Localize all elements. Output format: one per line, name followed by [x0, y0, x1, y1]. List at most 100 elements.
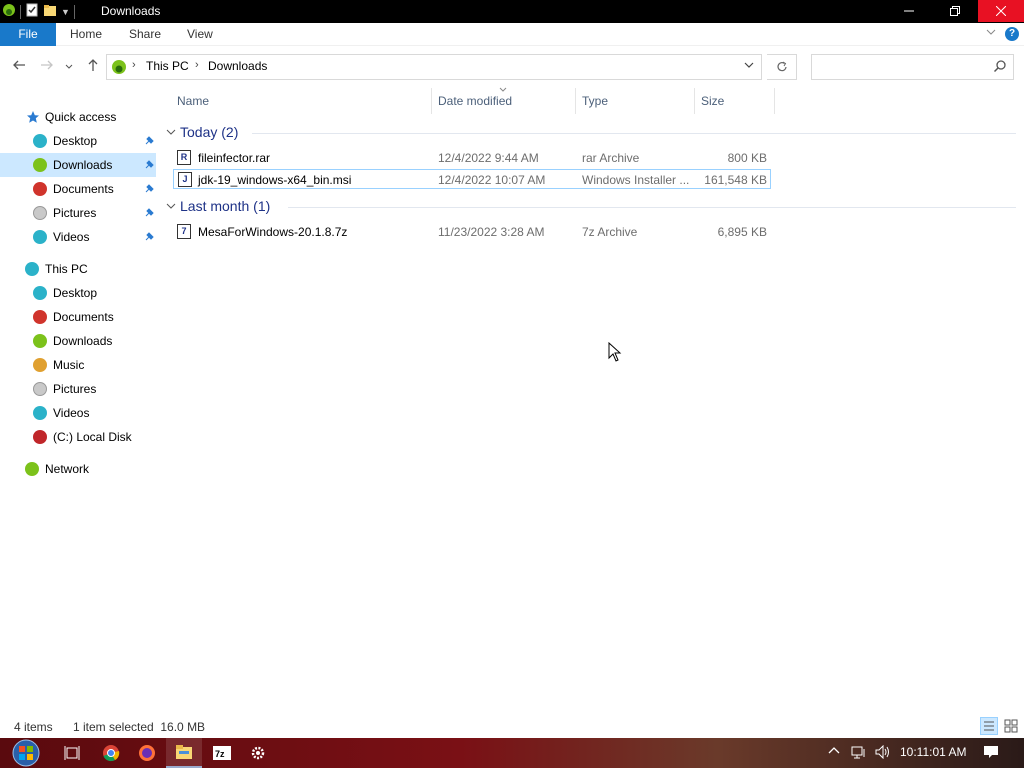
tab-view[interactable]: View: [187, 23, 213, 46]
notifications-icon[interactable]: [983, 745, 999, 762]
taskbar-7zip[interactable]: 7z: [204, 738, 240, 768]
sidebar-item-label: Desktop: [53, 134, 98, 148]
customize-toolbar-chevron-icon[interactable]: ▼: [61, 7, 70, 17]
quick-access-toolbar: ▼: [0, 3, 75, 20]
sidebar-item-network[interactable]: Network: [0, 457, 156, 481]
file-row[interactable]: R fileinfector.rar 12/4/2022 9:44 AM rar…: [173, 148, 771, 168]
sidebar-item-label: Desktop: [53, 286, 98, 300]
column-header-name[interactable]: Name: [171, 88, 432, 114]
sidebar-item-documents[interactable]: Documents: [0, 177, 156, 201]
address-bar[interactable]: › This PC › Downloads: [106, 54, 762, 80]
minimize-button[interactable]: [886, 0, 932, 22]
sidebar-item-label: Music: [53, 358, 85, 372]
group-divider: [252, 133, 1016, 134]
new-folder-icon[interactable]: [43, 3, 57, 20]
tab-file[interactable]: File: [0, 23, 56, 46]
sidebar-item-pc-downloads[interactable]: Downloads: [0, 329, 156, 353]
sidebar-item-pc-music[interactable]: Music: [0, 353, 156, 377]
taskbar-firefox[interactable]: [129, 738, 165, 768]
sidebar-item-pc-documents[interactable]: Documents: [0, 305, 156, 329]
network-tray-icon[interactable]: [851, 745, 867, 762]
taskbar-file-explorer[interactable]: [166, 738, 202, 768]
local-disk-icon: [33, 430, 47, 444]
sidebar-item-quick-access[interactable]: Quick access: [0, 105, 156, 129]
up-button[interactable]: [84, 58, 102, 76]
expand-ribbon-chevron-icon[interactable]: [986, 27, 996, 40]
restore-button[interactable]: [932, 0, 978, 22]
breadcrumb-this-pc[interactable]: This PC: [146, 59, 189, 73]
column-header-size[interactable]: Size: [695, 88, 775, 114]
svg-text:7z: 7z: [215, 749, 225, 759]
details-view-button[interactable]: [980, 717, 998, 735]
breadcrumb-separator-icon[interactable]: ›: [132, 59, 136, 71]
help-icon[interactable]: ?: [1005, 27, 1019, 41]
music-folder-icon: [33, 358, 47, 372]
msi-installer-icon: J: [178, 172, 192, 187]
mouse-cursor-icon: [608, 342, 622, 362]
selection-info: 1 item selected 16.0 MB: [73, 720, 206, 734]
explorer-app-icon[interactable]: [2, 3, 16, 20]
title-bar: ▼ Downloads: [0, 0, 1024, 23]
start-button[interactable]: [4, 738, 48, 768]
documents-folder-icon: [33, 182, 47, 196]
sidebar-item-pictures[interactable]: Pictures: [0, 201, 156, 225]
file-explorer-icon: [176, 745, 192, 759]
pin-icon[interactable]: [142, 134, 156, 148]
file-size: 800 KB: [727, 151, 767, 165]
file-date: 11/23/2022 3:28 AM: [438, 225, 545, 239]
documents-folder-icon: [33, 310, 47, 324]
sidebar-item-label: (C:) Local Disk: [53, 430, 132, 444]
pin-icon[interactable]: [142, 158, 156, 172]
sidebar-item-this-pc[interactable]: This PC: [0, 257, 156, 281]
back-button[interactable]: [10, 58, 28, 76]
forward-button[interactable]: [38, 58, 56, 76]
volume-icon[interactable]: [875, 744, 891, 762]
column-header-date-modified[interactable]: Date modified: [432, 88, 576, 114]
tab-share[interactable]: Share: [129, 23, 161, 46]
pin-icon[interactable]: [142, 206, 156, 220]
settings-icon: [251, 746, 265, 760]
file-row[interactable]: 7 MesaForWindows-20.1.8.7z 11/23/2022 3:…: [173, 222, 771, 242]
sidebar-item-downloads[interactable]: Downloads: [0, 153, 156, 177]
large-icons-view-button[interactable]: [1002, 717, 1020, 735]
file-row[interactable]: J jdk-19_windows-x64_bin.msi 12/4/2022 1…: [173, 169, 771, 189]
status-bar: 4 items 1 item selected 16.0 MB: [0, 716, 1024, 738]
desktop-folder-icon: [33, 134, 47, 148]
address-history-dropdown[interactable]: [743, 59, 755, 74]
item-count: 4 items: [14, 720, 53, 734]
sidebar-item-desktop[interactable]: Desktop: [0, 129, 156, 153]
chevron-down-icon: [65, 64, 73, 69]
file-size: 6,895 KB: [717, 225, 767, 239]
sidebar-item-pc-videos[interactable]: Videos: [0, 401, 156, 425]
tab-home[interactable]: Home: [70, 23, 102, 46]
breadcrumb-downloads[interactable]: Downloads: [208, 59, 267, 73]
separator: [73, 4, 75, 19]
taskbar-chrome[interactable]: [93, 738, 129, 768]
7zip-icon: 7z: [213, 746, 231, 760]
properties-icon[interactable]: [25, 3, 39, 20]
sidebar-item-videos[interactable]: Videos: [0, 225, 156, 249]
sidebar-item-pc-pictures[interactable]: Pictures: [0, 377, 156, 401]
group-header-today[interactable]: Today (2): [166, 124, 238, 144]
group-divider: [288, 207, 1016, 208]
sidebar-item-pc-desktop[interactable]: Desktop: [0, 281, 156, 305]
breadcrumb-separator-icon[interactable]: ›: [195, 59, 199, 71]
show-hidden-icons-chevron-icon[interactable]: [828, 745, 840, 760]
pin-icon[interactable]: [142, 230, 156, 244]
group-header-last-month[interactable]: Last month (1): [166, 198, 270, 218]
sidebar-item-local-disk[interactable]: (C:) Local Disk: [0, 425, 156, 449]
file-list: Name Date modified Type Size Today (2) R…: [160, 87, 1024, 708]
system-clock[interactable]: 10:11:01 AM: [900, 745, 967, 759]
pin-icon[interactable]: [142, 182, 156, 196]
group-label: Today (2): [180, 124, 239, 140]
refresh-button[interactable]: [767, 54, 797, 80]
task-view-button[interactable]: [54, 738, 90, 768]
recent-locations-button[interactable]: [62, 58, 76, 76]
taskbar-settings[interactable]: [240, 738, 276, 768]
column-header-type[interactable]: Type: [576, 88, 695, 114]
downloads-folder-icon: [33, 158, 47, 172]
search-icon: [993, 59, 1007, 76]
search-input[interactable]: [811, 54, 1014, 80]
close-button[interactable]: [978, 0, 1024, 22]
file-type: Windows Installer ...: [582, 173, 690, 187]
